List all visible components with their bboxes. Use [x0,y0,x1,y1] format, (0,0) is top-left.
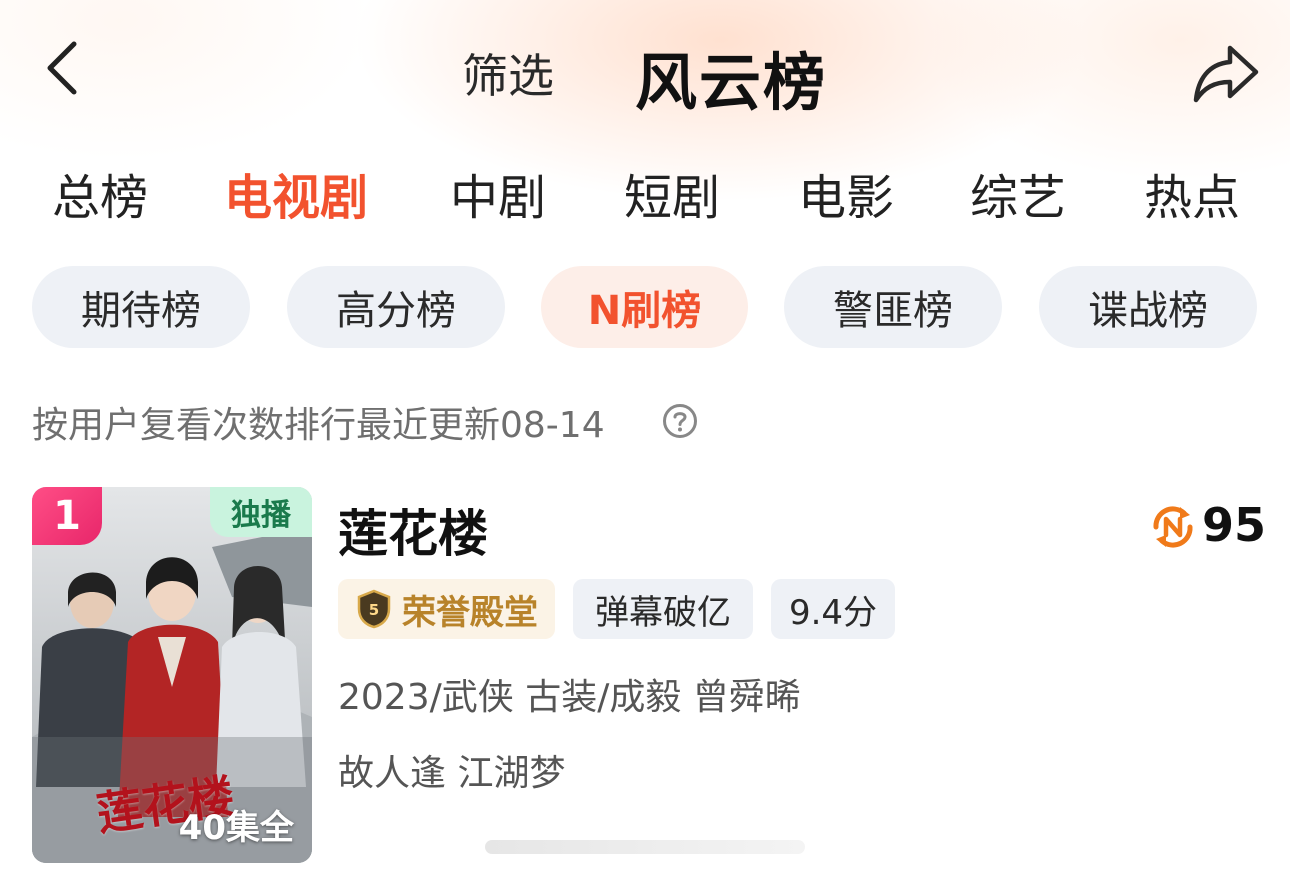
episode-count: 40集全 [178,808,294,848]
rewatch-score: 95 [1202,498,1267,552]
chip-rewatch[interactable]: N刷榜 [541,266,748,348]
share-arrow-icon[interactable] [1190,40,1262,106]
chevron-left-icon[interactable] [38,38,88,98]
honor-label: 荣誉殿堂 [402,592,538,633]
tab-tv-series[interactable]: 电视剧 [224,158,368,228]
show-keywords: 故人逢 江湖梦 [338,753,566,794]
exclusive-badge: 独播 [210,487,312,537]
ranking-description: 按用户复看次数排行最近更新08-14 [32,405,605,446]
tab-short-drama[interactable]: 短剧 [624,158,720,228]
rating-tag[interactable]: 9.4分 [771,579,895,639]
chip-high-score[interactable]: 高分榜 [287,266,505,348]
poster-image[interactable]: 莲花楼 1 独播 40集全 [32,487,312,863]
rewatch-n-icon [1153,506,1193,548]
svg-text:5: 5 [369,601,379,619]
honor-shield-icon: 5 [357,589,391,629]
tab-variety[interactable]: 综艺 [970,158,1066,228]
rank-badge: 1 [32,487,102,545]
tab-movie[interactable]: 电影 [798,158,894,228]
danmaku-tag[interactable]: 弹幕破亿 [573,579,753,639]
honor-hall-tag[interactable]: 5 荣誉殿堂 [338,579,555,639]
show-meta-info: 2023/武侠 古装/成毅 曾舜晞 [338,677,801,718]
chip-police[interactable]: 警匪榜 [784,266,1002,348]
home-indicator[interactable] [485,840,805,854]
question-circle-icon[interactable] [662,403,698,439]
filter-button[interactable]: 筛选 [462,40,554,106]
tab-mid-drama[interactable]: 中剧 [450,158,546,228]
chip-anticipated[interactable]: 期待榜 [32,266,250,348]
tab-overall[interactable]: 总榜 [52,158,148,228]
page-title: 风云榜 [635,46,828,119]
chip-spy[interactable]: 谍战榜 [1039,266,1257,348]
show-title[interactable]: 莲花楼 [338,494,488,566]
tab-hot[interactable]: 热点 [1144,158,1240,228]
